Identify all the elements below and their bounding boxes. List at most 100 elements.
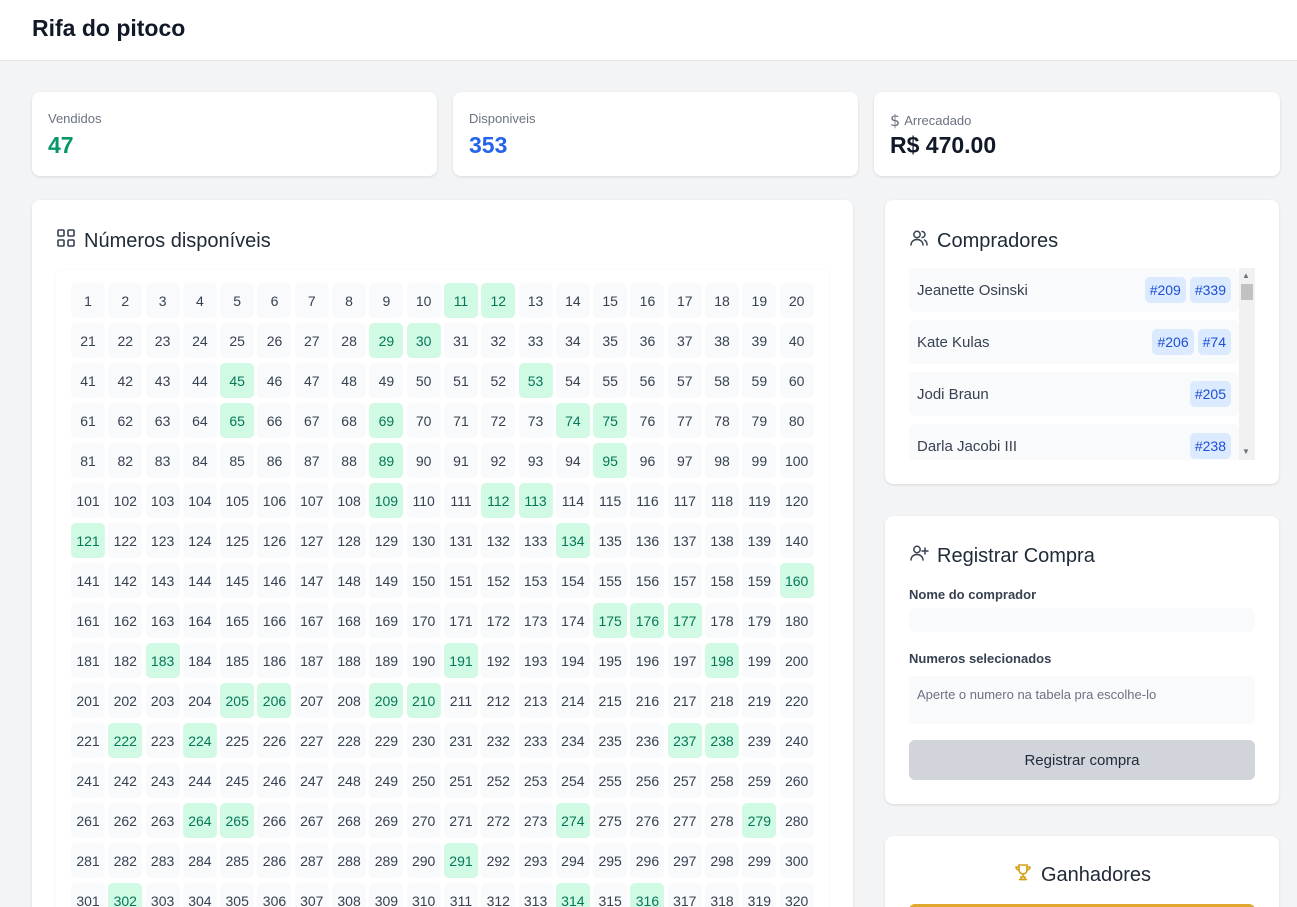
number-cell[interactable]: 66 (257, 403, 292, 438)
number-cell[interactable]: 258 (705, 763, 740, 798)
number-cell[interactable]: 149 (369, 563, 404, 598)
number-cell[interactable]: 315 (593, 883, 628, 907)
number-cell[interactable]: 229 (369, 723, 404, 758)
number-cell[interactable]: 131 (443, 523, 478, 558)
number-cell[interactable]: 143 (145, 563, 180, 598)
number-cell-sold[interactable]: 209 (369, 683, 404, 718)
number-cell-sold[interactable]: 210 (406, 683, 441, 718)
number-cell[interactable]: 108 (332, 483, 367, 518)
number-cell-sold[interactable]: 265 (220, 803, 255, 838)
number-cell[interactable]: 164 (182, 603, 217, 638)
number-cell[interactable]: 188 (332, 643, 367, 678)
number-cell[interactable]: 239 (742, 723, 777, 758)
number-cell[interactable]: 105 (220, 483, 255, 518)
number-cell[interactable]: 22 (108, 323, 143, 358)
number-cell[interactable]: 311 (443, 883, 478, 907)
number-cell[interactable]: 140 (779, 523, 814, 558)
number-cell[interactable]: 232 (481, 723, 516, 758)
buyer-row[interactable]: Jeanette Osinski #209 #339 (909, 268, 1239, 312)
number-cell-sold[interactable]: 29 (369, 323, 404, 358)
number-cell[interactable]: 151 (443, 563, 478, 598)
number-cell[interactable]: 235 (593, 723, 628, 758)
number-cell[interactable]: 8 (332, 283, 367, 318)
number-cell-sold[interactable]: 291 (443, 843, 478, 878)
number-cell[interactable]: 255 (593, 763, 628, 798)
number-cell[interactable]: 21 (71, 323, 105, 358)
number-cell[interactable]: 310 (406, 883, 441, 907)
number-cell[interactable]: 155 (593, 563, 628, 598)
number-cell[interactable]: 241 (71, 763, 105, 798)
number-cell[interactable]: 226 (257, 723, 292, 758)
number-cell-sold[interactable]: 314 (555, 883, 590, 907)
selected-numbers-field[interactable]: Aperte o numero na tabela pra escolhe-lo (909, 676, 1255, 724)
number-cell[interactable]: 80 (779, 403, 814, 438)
number-cell[interactable]: 4 (182, 283, 217, 318)
number-cell[interactable]: 185 (220, 643, 255, 678)
number-cell[interactable]: 230 (406, 723, 441, 758)
number-cell[interactable]: 318 (705, 883, 740, 907)
number-cell-sold[interactable]: 89 (369, 443, 404, 478)
number-cell[interactable]: 18 (705, 283, 740, 318)
number-cell[interactable]: 221 (71, 723, 105, 758)
number-cell[interactable]: 204 (182, 683, 217, 718)
number-cell[interactable]: 68 (332, 403, 367, 438)
number-cell[interactable]: 81 (71, 443, 105, 478)
number-cell[interactable]: 61 (71, 403, 105, 438)
number-cell[interactable]: 312 (481, 883, 516, 907)
number-cell[interactable]: 262 (108, 803, 143, 838)
number-cell[interactable]: 47 (294, 363, 329, 398)
number-cell[interactable]: 190 (406, 643, 441, 678)
number-cell[interactable]: 184 (182, 643, 217, 678)
number-cell[interactable]: 57 (667, 363, 702, 398)
register-purchase-button[interactable]: Registrar compra (909, 740, 1255, 780)
number-cell[interactable]: 70 (406, 403, 441, 438)
number-cell[interactable]: 51 (443, 363, 478, 398)
number-cell[interactable]: 158 (705, 563, 740, 598)
number-cell[interactable]: 216 (630, 683, 665, 718)
number-cell[interactable]: 56 (630, 363, 665, 398)
number-cell[interactable]: 55 (593, 363, 628, 398)
number-cell-sold[interactable]: 224 (182, 723, 217, 758)
number-cell-sold[interactable]: 134 (555, 523, 590, 558)
number-cell[interactable]: 46 (257, 363, 292, 398)
number-cell[interactable]: 150 (406, 563, 441, 598)
number-cell[interactable]: 123 (145, 523, 180, 558)
number-cell[interactable]: 260 (779, 763, 814, 798)
number-cell[interactable]: 282 (108, 843, 143, 878)
number-cell[interactable]: 299 (742, 843, 777, 878)
number-cell[interactable]: 79 (742, 403, 777, 438)
number-cell[interactable]: 275 (593, 803, 628, 838)
number-cell[interactable]: 208 (332, 683, 367, 718)
number-cell[interactable]: 132 (481, 523, 516, 558)
number-cell-sold[interactable]: 191 (443, 643, 478, 678)
number-cell[interactable]: 94 (555, 443, 590, 478)
number-cell[interactable]: 153 (518, 563, 553, 598)
number-cell[interactable]: 251 (443, 763, 478, 798)
buyer-row[interactable]: Jodi Braun #205 (909, 372, 1239, 416)
number-cell[interactable]: 194 (555, 643, 590, 678)
number-cell[interactable]: 181 (71, 643, 105, 678)
number-cell[interactable]: 297 (667, 843, 702, 878)
number-cell-sold[interactable]: 30 (406, 323, 441, 358)
number-cell[interactable]: 244 (182, 763, 217, 798)
number-cell[interactable]: 173 (518, 603, 553, 638)
number-cell[interactable]: 167 (294, 603, 329, 638)
number-cell[interactable]: 266 (257, 803, 292, 838)
number-cell[interactable]: 100 (779, 443, 814, 478)
number-cell[interactable]: 60 (779, 363, 814, 398)
number-cell[interactable]: 71 (443, 403, 478, 438)
number-cell[interactable]: 278 (705, 803, 740, 838)
number-cell[interactable]: 186 (257, 643, 292, 678)
number-cell[interactable]: 293 (518, 843, 553, 878)
number-cell[interactable]: 84 (182, 443, 217, 478)
number-cell[interactable]: 284 (182, 843, 217, 878)
number-cell[interactable]: 305 (220, 883, 255, 907)
number-cell[interactable]: 217 (667, 683, 702, 718)
number-cell[interactable]: 248 (332, 763, 367, 798)
number-cell[interactable]: 214 (555, 683, 590, 718)
number-cell-sold[interactable]: 237 (667, 723, 702, 758)
number-cell[interactable]: 179 (742, 603, 777, 638)
number-cell[interactable]: 277 (667, 803, 702, 838)
number-cell[interactable]: 256 (630, 763, 665, 798)
number-cell[interactable]: 207 (294, 683, 329, 718)
